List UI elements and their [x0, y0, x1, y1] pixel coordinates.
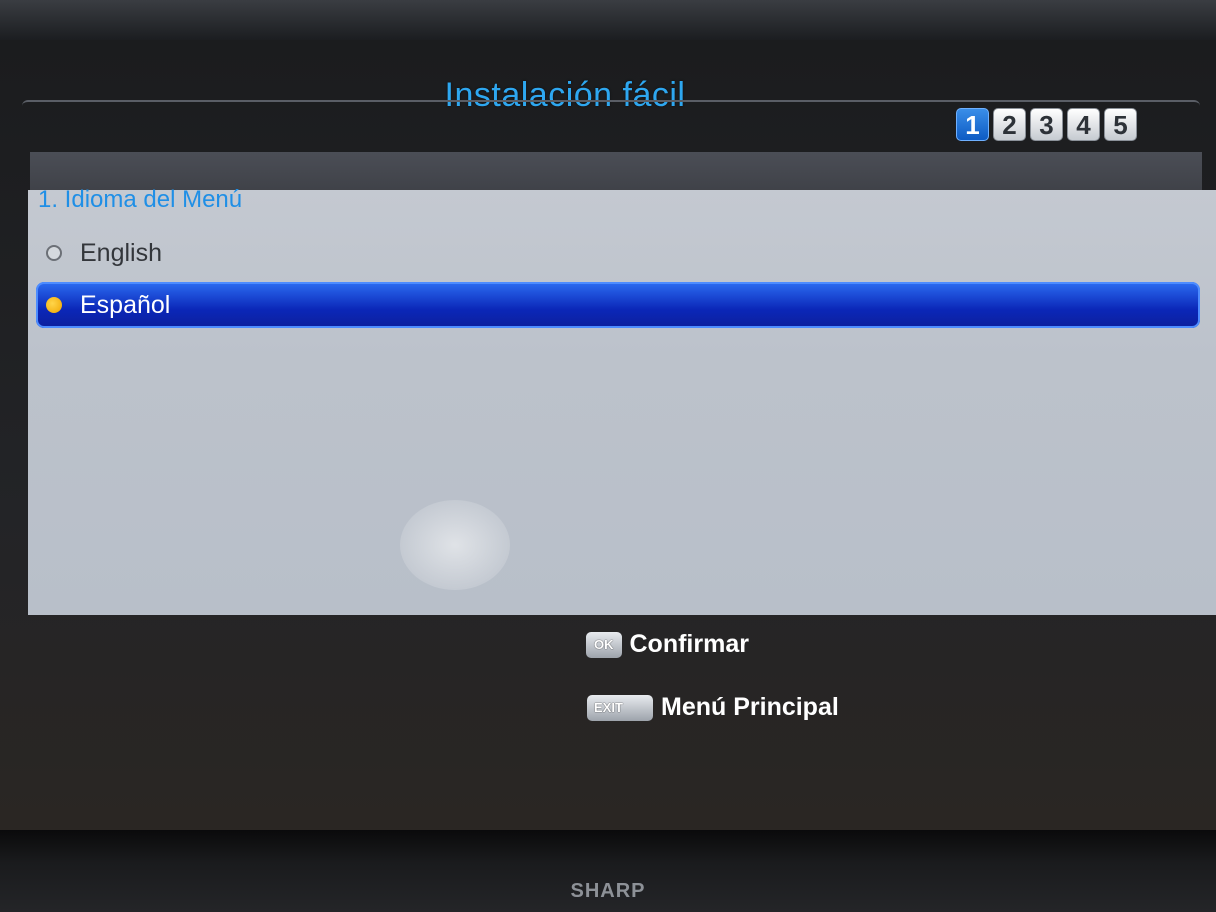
confirm-hint[interactable]: OK Confirmar	[586, 630, 749, 659]
screen-glare	[400, 500, 510, 590]
radio-unchecked-icon	[46, 245, 62, 261]
step-3: 3	[1030, 108, 1063, 141]
section-title: 1. Idioma del Menú	[38, 186, 243, 213]
radio-checked-icon	[46, 297, 62, 313]
option-label: English	[80, 238, 162, 267]
exit-key-icon: EXIT	[587, 694, 653, 721]
ok-key-icon: OK	[586, 631, 622, 658]
step-4: 4	[1067, 108, 1100, 141]
step-2: 2	[993, 108, 1026, 141]
confirm-label: Confirmar	[629, 630, 749, 658]
step-1: 1	[956, 108, 989, 141]
option-english[interactable]: English	[36, 231, 1200, 275]
step-5: 5	[1104, 108, 1137, 141]
osd-frame	[22, 100, 1200, 106]
option-espanol[interactable]: Español	[36, 282, 1200, 328]
step-indicator: 1 2 3 4 5	[956, 108, 1137, 141]
option-label: Español	[80, 290, 171, 319]
main-menu-label: Menú Principal	[661, 693, 839, 721]
main-menu-hint[interactable]: EXIT Menú Principal	[587, 693, 839, 722]
tv-brand-logo: SHARP	[570, 880, 646, 902]
